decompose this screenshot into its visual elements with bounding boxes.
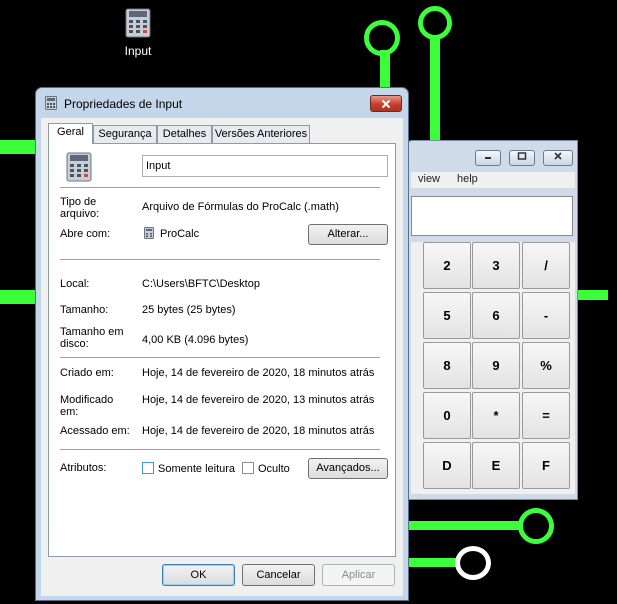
opens-with-label: Abre com: — [60, 228, 111, 240]
key-3[interactable]: 3 — [472, 242, 520, 289]
ok-button[interactable]: OK — [162, 564, 235, 586]
key-d[interactable]: D — [423, 442, 471, 489]
maximize-icon — [517, 152, 527, 160]
minimize-icon — [485, 157, 491, 159]
key-multiply[interactable]: * — [472, 392, 520, 439]
key-0[interactable]: 0 — [423, 392, 471, 439]
key-percent[interactable]: % — [522, 342, 570, 389]
close-button[interactable] — [543, 150, 573, 166]
tab-seguranca[interactable]: Segurança — [93, 125, 157, 143]
calculator-icon — [125, 8, 151, 38]
size-value: 25 bytes (25 bytes) — [142, 304, 236, 316]
location-value: C:\Users\BFTC\Desktop — [142, 278, 260, 290]
key-e[interactable]: E — [472, 442, 520, 489]
circuit-line — [430, 36, 440, 140]
circuit-node — [418, 6, 452, 40]
calculator-display — [411, 196, 573, 236]
created-label: Criado em: — [60, 367, 114, 379]
disk-size-value: 4,00 KB (4.096 bytes) — [142, 334, 249, 346]
close-icon — [554, 152, 562, 160]
apply-button[interactable]: Aplicar — [322, 564, 395, 586]
circuit-line — [578, 290, 608, 300]
cancel-button[interactable]: Cancelar — [242, 564, 315, 586]
calculator-keypad: 2 3 / 5 6 - 8 9 % 0 * = D E F — [411, 242, 575, 494]
key-5[interactable]: 5 — [423, 292, 471, 339]
opens-with-value: ProCalc — [160, 228, 200, 240]
readonly-label[interactable]: Somente leitura — [158, 463, 235, 475]
circuit-node — [455, 546, 491, 580]
size-label: Tamanho: — [60, 304, 109, 316]
circuit-line — [0, 140, 35, 154]
tab-geral[interactable]: Geral — [48, 123, 93, 144]
desktop-icon-label: Input — [124, 44, 152, 58]
dialog-title: Propriedades de Input — [64, 97, 183, 111]
menu-view[interactable]: view — [418, 173, 440, 185]
change-button[interactable]: Alterar... — [308, 224, 388, 245]
menu-help[interactable]: help — [457, 173, 478, 185]
location-label: Local: — [60, 278, 90, 290]
calculator-icon — [45, 96, 57, 110]
circuit-node — [364, 20, 400, 56]
tab-detalhes[interactable]: Detalhes — [157, 125, 212, 143]
key-8[interactable]: 8 — [423, 342, 471, 389]
disk-size-label: Tamanho em disco: — [60, 326, 124, 350]
file-name-input[interactable]: Input — [142, 155, 388, 177]
advanced-button[interactable]: Avançados... — [308, 458, 388, 479]
hidden-label[interactable]: Oculto — [258, 463, 290, 475]
file-type-label: Tipo de arquivo: — [60, 196, 100, 220]
calculator-icon — [144, 227, 154, 242]
calculator-menubar: view help — [411, 172, 575, 188]
properties-dialog: Propriedades de Input Geral Segurança De… — [35, 87, 409, 601]
dialog-close-button[interactable] — [370, 95, 402, 112]
modified-label: Modificado em: — [60, 394, 114, 418]
hidden-checkbox[interactable] — [242, 462, 254, 474]
accessed-value: Hoje, 14 de fevereiro de 2020, 18 minuto… — [142, 425, 375, 437]
separator — [60, 357, 380, 358]
close-icon — [381, 99, 391, 109]
created-value: Hoje, 14 de fevereiro de 2020, 18 minuto… — [142, 367, 375, 379]
minimize-button[interactable] — [475, 150, 501, 166]
key-divide[interactable]: / — [522, 242, 570, 289]
tab-versoes-anteriores[interactable]: Versões Anteriores — [212, 125, 310, 143]
dialog-titlebar[interactable]: Propriedades de Input — [36, 88, 408, 116]
file-type-value: Arquivo de Fórmulas do ProCalc (.math) — [142, 201, 339, 213]
calculator-icon — [66, 152, 92, 185]
key-equals[interactable]: = — [522, 392, 570, 439]
attributes-label: Atributos: — [60, 462, 107, 474]
separator — [60, 449, 380, 450]
general-tab-page: Input Tipo de arquivo: Arquivo de Fórmul… — [48, 143, 396, 557]
circuit-line — [409, 558, 459, 567]
dialog-client: Geral Segurança Detalhes Versões Anterio… — [41, 118, 403, 596]
separator — [60, 259, 380, 260]
key-6[interactable]: 6 — [472, 292, 520, 339]
circuit-line — [409, 521, 519, 530]
maximize-button[interactable] — [509, 150, 535, 166]
modified-value: Hoje, 14 de fevereiro de 2020, 13 minuto… — [142, 394, 375, 406]
accessed-label: Acessado em: — [60, 425, 130, 437]
circuit-line — [0, 290, 35, 304]
desktop-icon-input[interactable]: Input — [118, 8, 158, 58]
calculator-window[interactable]: view help 2 3 / 5 6 - 8 9 % 0 * = D E F — [406, 140, 578, 500]
key-9[interactable]: 9 — [472, 342, 520, 389]
readonly-checkbox[interactable] — [142, 462, 154, 474]
circuit-node — [518, 508, 554, 544]
key-2[interactable]: 2 — [423, 242, 471, 289]
key-f[interactable]: F — [522, 442, 570, 489]
separator — [60, 187, 380, 188]
key-minus[interactable]: - — [522, 292, 570, 339]
